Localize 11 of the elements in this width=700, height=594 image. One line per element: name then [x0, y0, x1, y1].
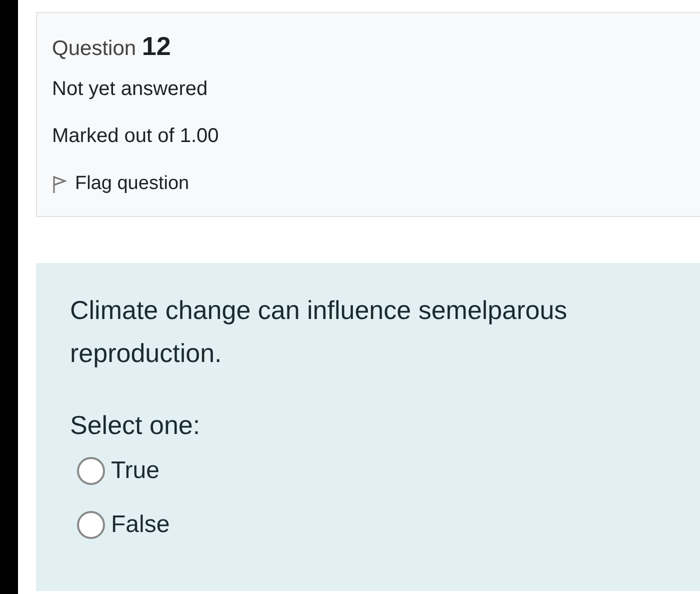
answer-status: Not yet answered — [52, 77, 208, 102]
radio-button[interactable] — [77, 511, 105, 539]
question-number: Question 12 — [52, 31, 171, 63]
radio-button[interactable] — [77, 457, 105, 485]
select-prompt: Select one: — [70, 409, 200, 442]
option-label[interactable]: False — [111, 506, 170, 544]
flag-icon — [52, 174, 67, 194]
marks-text: Marked out of 1.00 — [52, 124, 219, 149]
option-label[interactable]: True — [111, 452, 160, 490]
question-text: Climate change can influence semelparous reproduction. — [70, 294, 568, 370]
flag-question-link[interactable]: Flag question — [52, 170, 190, 198]
